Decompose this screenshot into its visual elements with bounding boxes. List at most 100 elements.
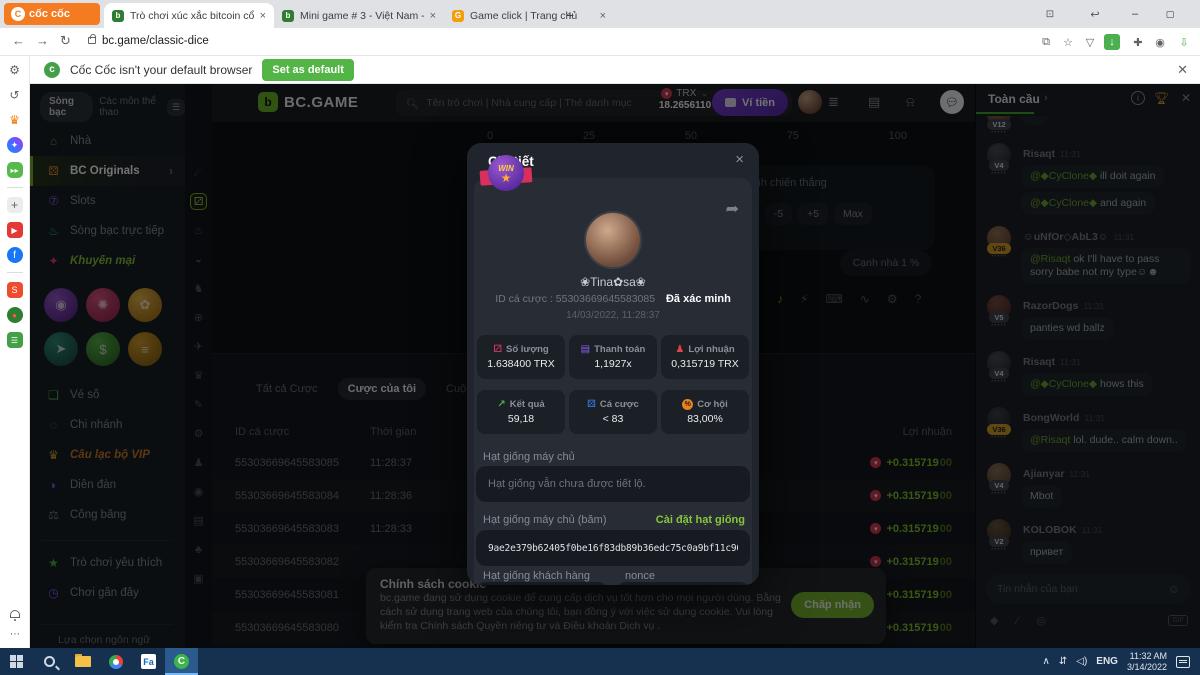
set-default-button[interactable]: Set as default [262, 59, 354, 81]
seed-settings-link[interactable]: Cài đặt hạt giống [656, 514, 745, 526]
close-window-button[interactable]: × [1184, 0, 1200, 28]
tab-favicon: b [112, 10, 124, 22]
system-tray: ∧ ⇵ ◁) ENG 11:32 AM 3/14/2022 [1043, 651, 1200, 673]
tab-close-icon[interactable]: × [600, 10, 606, 22]
stat-cell: ↗ Kết quả 59,18 [477, 390, 565, 434]
start-button[interactable] [0, 648, 33, 675]
modal-close-icon[interactable]: × [735, 151, 744, 168]
forward-icon[interactable]: → [36, 33, 49, 48]
minimize-button[interactable]: – [1115, 0, 1155, 28]
tab-favicon: b [282, 10, 294, 22]
action-center-icon[interactable] [1176, 656, 1190, 668]
win-badge: WIN★ [483, 153, 529, 197]
plant-widget-icon[interactable]: ● [7, 307, 23, 323]
share-icon[interactable]: ➦ [726, 199, 739, 219]
taskbar-search-icon[interactable] [33, 648, 66, 675]
browser-tab[interactable]: b Mini game # 3 - Việt Nam - × [274, 3, 444, 28]
coccoc-taskbar-icon[interactable]: C [165, 648, 198, 675]
rewards-crown-icon[interactable]: ♛ [7, 112, 23, 128]
messenger-icon[interactable]: ✦ [7, 137, 23, 153]
stat-cell: % Cơ hội 83,00% [661, 390, 749, 434]
translate-icon[interactable]: ⧉ [1038, 34, 1054, 50]
tab-search-icon[interactable]: ⊡ [1030, 0, 1070, 28]
client-seed-label: Hạt giống khách hàng [483, 570, 590, 582]
stat-cell: ⚄Cá cược < 83 [569, 390, 657, 434]
tray-expand-icon[interactable]: ∧ [1043, 656, 1050, 667]
bet-datetime: 14/03/2022, 11:28:37 [467, 310, 759, 321]
settings-gear-icon[interactable]: ⚙ [7, 62, 23, 78]
hashed-seed-label: Hạt giống máy chủ (băm) [483, 514, 607, 526]
bettor-username[interactable]: ❀Tina✿sa❀ [467, 275, 759, 289]
reload-icon[interactable]: ↻ [60, 33, 71, 49]
profile-icon[interactable]: ◉ [1152, 34, 1168, 50]
stat-label: Kết quả [510, 399, 545, 410]
nonce-field[interactable] [616, 582, 750, 585]
hashed-seed-field[interactable]: 9ae2e379b62405f0be16f83db89b36edc75c0a9b… [476, 530, 750, 566]
back-icon[interactable]: ← [12, 33, 25, 48]
stat-icon: ↗ [497, 399, 505, 410]
new-tab-button[interactable]: + [560, 5, 580, 25]
bookmark-star-icon[interactable]: ☆ [1060, 34, 1076, 50]
add-shortcut-icon[interactable]: + [7, 197, 23, 213]
games-gamepad-icon[interactable]: ▸▸ [7, 162, 23, 178]
youtube-icon[interactable]: ▶ [7, 222, 23, 238]
browser-tab-bar: C cốc cốc b Trò chơi xúc xắc bitcoin cổ … [0, 0, 1200, 28]
facebook-app-icon[interactable]: Fa [132, 648, 165, 675]
facebook-icon[interactable]: f [7, 247, 23, 263]
taskbar-clock[interactable]: 11:32 AM 3/14/2022 [1127, 651, 1167, 673]
shopee-icon[interactable]: S [7, 282, 23, 298]
stat-label: Cơ hội [697, 399, 728, 410]
client-seed-field[interactable] [476, 582, 608, 585]
browser-sidebar-bottom: ⋯ [0, 610, 30, 648]
history-icon[interactable]: ↺ [7, 87, 23, 103]
chrome-icon[interactable] [99, 648, 132, 675]
stat-label: Lợi nhuận [688, 344, 734, 355]
sidebar-divider [7, 187, 23, 188]
shield-icon[interactable]: ▽ [1082, 34, 1098, 50]
notice-close-icon[interactable]: ✕ [1177, 62, 1188, 78]
volume-icon[interactable]: ◁) [1076, 656, 1087, 667]
keyboard-language[interactable]: ENG [1096, 656, 1118, 667]
sidebar-divider [7, 272, 23, 273]
notifications-bell-icon[interactable] [10, 610, 20, 618]
stat-value: 1,1927x [594, 358, 631, 370]
tab-close-icon[interactable]: × [260, 10, 266, 22]
nonce-label: nonce [625, 570, 655, 582]
stat-value: 59,18 [508, 413, 534, 425]
padlock-icon[interactable] [88, 37, 96, 44]
download-active-icon[interactable]: ↓ [1104, 34, 1120, 50]
file-explorer-icon[interactable] [66, 648, 99, 675]
stat-cell: ♟Lợi nhuận 0,315719 TRX [661, 335, 749, 379]
stat-icon: ♟ [675, 344, 684, 355]
stat-icon: ▤ [581, 344, 590, 355]
network-icon[interactable]: ⇵ [1059, 656, 1067, 667]
stat-value: 83,00% [687, 413, 723, 425]
browser-sidebar: ⚙ ↺ ♛ ✦ ▸▸ + ▶ f S ● ☰ ⋯ [0, 56, 30, 648]
verify-link[interactable]: Đã xác minh [666, 293, 731, 305]
tab-strip: b Trò chơi xúc xắc bitcoin cổ đ × b Mini… [104, 0, 614, 25]
stat-label: Cá cược [600, 399, 639, 410]
browser-tab[interactable]: G Game click | Trang chủ × [444, 3, 614, 28]
recent-tabs-icon[interactable]: ↩ [1075, 0, 1115, 28]
server-seed-field[interactable]: Hạt giống vẫn chưa được tiết lộ. [476, 466, 750, 502]
coccoc-brand-label: cốc cốc [29, 8, 70, 20]
windows-taskbar: Fa C ∧ ⇵ ◁) ENG 11:32 AM 3/14/2022 [0, 648, 1200, 675]
stat-label: Số lượng [506, 344, 549, 355]
tab-close-icon[interactable]: × [430, 10, 436, 22]
tab-title: Trò chơi xúc xắc bitcoin cổ đ [130, 10, 254, 22]
screen: C cốc cốc b Trò chơi xúc xắc bitcoin cổ … [0, 0, 1200, 675]
clock-time: 11:32 AM [1127, 651, 1167, 662]
stat-icon: % [682, 399, 693, 410]
tab-favicon: G [452, 10, 464, 22]
news-feed-icon[interactable]: ☰ [7, 332, 23, 348]
coccoc-logo-icon: C [11, 7, 25, 21]
browser-tab[interactable]: b Trò chơi xúc xắc bitcoin cổ đ × [104, 3, 274, 28]
bettor-avatar[interactable] [584, 211, 642, 269]
coccoc-menu-button[interactable]: C cốc cốc [4, 3, 100, 25]
more-options-icon[interactable]: ⋯ [7, 626, 23, 642]
downloads-tray-icon[interactable]: ⇩ [1176, 34, 1192, 50]
stat-icon: ⚂ [493, 344, 502, 355]
url-text[interactable]: bc.game/classic-dice [102, 35, 209, 47]
bet-id-value: ID cá cược : 55303669645583085 [495, 293, 655, 305]
extensions-icon[interactable]: ✚ [1130, 34, 1146, 50]
